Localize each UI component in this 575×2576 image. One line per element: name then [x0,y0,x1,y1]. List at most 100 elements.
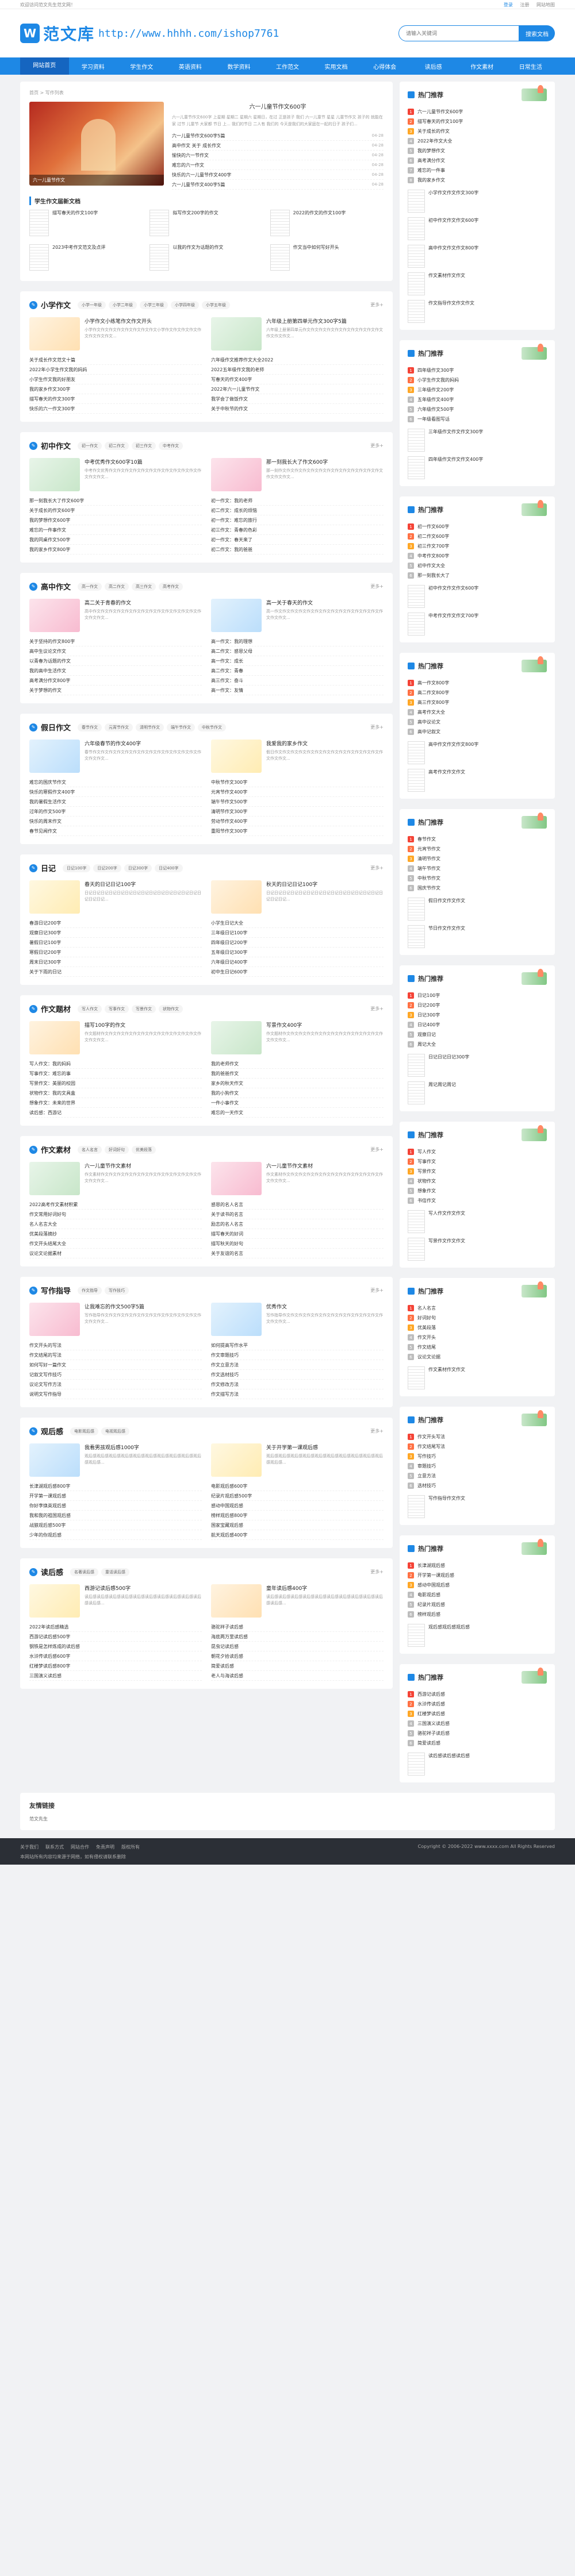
list-item[interactable]: 关于中秋节的作文 [211,404,384,414]
doc-item[interactable]: 读后感读后感读后感 [408,1753,547,1776]
list-item-title[interactable]: 作文常用好词好句 [29,1211,202,1218]
list-item-title[interactable]: 状物作文：我的文具盒 [29,1090,202,1096]
list-item[interactable]: 暑假日记100字 [29,938,202,948]
list-item-title[interactable]: 骆驼祥子读后感 [211,1624,384,1630]
ranking-item[interactable]: 3 写景作文 [408,1166,547,1176]
list-item[interactable]: 长津湖观后感800字 [29,1481,202,1491]
doc-item[interactable]: 初中作文作文作文600字 [408,585,547,608]
doc-item[interactable]: 高中作文作文作文800字 [408,741,547,764]
list-item[interactable]: 作文选材技巧 [211,1370,384,1380]
list-item-title[interactable]: 初三作文：青春的色彩 [211,527,384,533]
list-item-title[interactable]: 中秋节作文300字 [211,779,384,785]
ranking-item[interactable]: 5 想象作文 [408,1186,547,1196]
list-item-title[interactable]: 高中作文 关于 成长作文 [172,143,369,149]
section-tag[interactable]: 小学一年级 [78,301,106,309]
list-item-title[interactable]: 高考满分作文800字 [29,677,202,684]
ranking-item[interactable]: 6 选材技巧 [408,1481,547,1491]
list-item-title[interactable]: 重阳节作文300字 [211,828,384,834]
list-item-title[interactable]: 作文修改方法 [211,1381,384,1388]
ranking-title[interactable]: 榜样观后感 [417,1611,440,1618]
list-item[interactable]: 我的梦想作文600字 [29,515,202,525]
ranking-title[interactable]: 书信作文 [417,1197,436,1204]
list-item[interactable]: 六一儿童节作文400字5篇 04-28 [172,180,384,190]
ranking-item[interactable]: 5 立意方法 [408,1471,547,1481]
doc-title[interactable]: 周记周记周记 [425,1081,456,1104]
ranking-item[interactable]: 5 观察日记 [408,1030,547,1039]
list-item[interactable]: 快乐的周末作文 [29,817,202,826]
ranking-title[interactable]: 审题技巧 [417,1463,436,1469]
ranking-title[interactable]: 初中作文大全 [417,563,445,569]
list-item-title[interactable]: 家乡的秋天作文 [211,1080,384,1087]
list-item[interactable]: 作文开头的写法 [29,1341,202,1350]
more-link[interactable]: 更多+ [370,1428,384,1434]
list-item[interactable]: 纪录片观后感500字 [211,1491,384,1501]
list-item[interactable]: 2022年六一儿童节作文 [211,384,384,394]
featured-title[interactable]: 小学作文小练笔作文作文开头 [85,317,202,325]
list-item-title[interactable]: 记叙文写作技巧 [29,1372,202,1378]
doc-title[interactable]: 三年级作文作文作文300字 [425,429,483,452]
list-item[interactable]: 钢铁是怎样炼成的读后感 [29,1642,202,1651]
list-item[interactable]: 寒假日记200字 [29,948,202,957]
doc-item[interactable]: 2022的作文的作文100字 [270,210,384,238]
list-item[interactable]: 作文常用好词好句 [29,1210,202,1219]
list-item[interactable]: 春游日记200字 [29,918,202,928]
list-item-title[interactable]: 我的暑假生活作文 [29,799,202,805]
list-item-title[interactable]: 六年级日记400字 [211,959,384,965]
list-item[interactable]: 小学生作文我的好朋友 [29,375,202,384]
ranking-item[interactable]: 3 优美段落 [408,1323,547,1333]
list-item-title[interactable]: 长津湖观后感800字 [29,1483,202,1489]
ranking-item[interactable]: 1 写人作文 [408,1147,547,1157]
list-item-title[interactable]: 我的爸爸作文 [211,1071,384,1077]
ranking-item[interactable]: 5 六年级作文500字 [408,405,547,414]
list-item-title[interactable]: 关于坚持的作文800字 [29,638,202,645]
list-item-title[interactable]: 初中生日记600字 [211,969,384,975]
doc-item[interactable]: 三年级作文作文作文300字 [408,429,547,452]
featured-article[interactable]: 六年级上册第四单元作文300字5篇 六年级上册第四单元作文作文作文作文作文作文作文… [211,317,384,351]
section-tag[interactable]: 高一作文 [78,582,102,591]
list-item-title[interactable]: 初一作文：我的老师 [211,498,384,504]
ranking-item[interactable]: 6 一年级看图写话 [408,414,547,424]
doc-item[interactable]: 作文指导作文作文作文 [408,300,547,323]
ranking-title[interactable]: 高中议论文 [417,719,440,725]
doc-title[interactable]: 作文素材作文作文 [425,272,465,295]
list-item[interactable]: 名人名言大全 [29,1219,202,1229]
section-tag[interactable]: 初二作文 [105,441,129,450]
featured-title[interactable]: 描写100字的作文 [85,1021,202,1029]
section-tag[interactable]: 名著读后感 [70,1568,99,1576]
ranking-title[interactable]: 日记100字 [417,992,440,999]
list-item-title[interactable]: 少年的你观后感 [29,1532,202,1538]
list-item-title[interactable]: 你好李焕英观后感 [29,1503,202,1509]
ranking-title[interactable]: 简爱读后感 [417,1740,440,1746]
list-item-title[interactable]: 如何写好一篇作文 [29,1362,202,1368]
ranking-title[interactable]: 选材技巧 [417,1483,436,1489]
list-item-title[interactable]: 榜样观后感800字 [211,1512,384,1519]
list-item[interactable]: 老人与海读后感 [211,1671,384,1681]
doc-item[interactable]: 假日作文作文作文 [408,898,547,921]
list-item-title[interactable]: 作文立意方法 [211,1362,384,1368]
ranking-item[interactable]: 2 写事作文 [408,1157,547,1166]
list-item-title[interactable]: 过年的作文500字 [29,808,202,815]
list-item-title[interactable]: 我的同桌作文500字 [29,537,202,543]
list-item[interactable]: 关于友谊的名言 [211,1249,384,1258]
ranking-title[interactable]: 小学生作文我的妈妈 [417,377,459,383]
list-item[interactable]: 初一作文：我的老师 [211,496,384,506]
list-item-title[interactable]: 高一作文：友情 [211,687,384,694]
section-tag[interactable]: 日记200字 [93,864,121,872]
ranking-title[interactable]: 骆驼祥子读后感 [417,1730,450,1736]
list-item-title[interactable]: 2022五年级作文我的老师 [211,367,384,373]
site-logo[interactable]: W 范文库 http://www.hhhh.com/ishop7761 [20,22,279,45]
list-item-title[interactable]: 春节见闻作文 [29,828,202,834]
list-item[interactable]: 榜样观后感800字 [211,1511,384,1520]
section-tag[interactable]: 初三作文 [132,441,156,450]
ranking-title[interactable]: 想象作文 [417,1188,436,1194]
section-title[interactable]: 写作指导 [41,1285,71,1296]
list-item-title[interactable]: 2022年六一儿童节作文 [211,386,384,392]
section-title[interactable]: 日记 [41,862,56,873]
list-item-title[interactable]: 纪录片观后感500字 [211,1493,384,1499]
ranking-item[interactable]: 6 周记大全 [408,1039,547,1049]
doc-title[interactable]: 中考作文作文作文700字 [425,613,478,636]
more-link[interactable]: 更多+ [370,1006,384,1012]
doc-title[interactable]: 写景作文作文作文 [425,1238,465,1261]
list-item[interactable]: 我学会了做饭作文 [211,394,384,404]
nav-item[interactable]: 日常生活 [506,62,555,71]
